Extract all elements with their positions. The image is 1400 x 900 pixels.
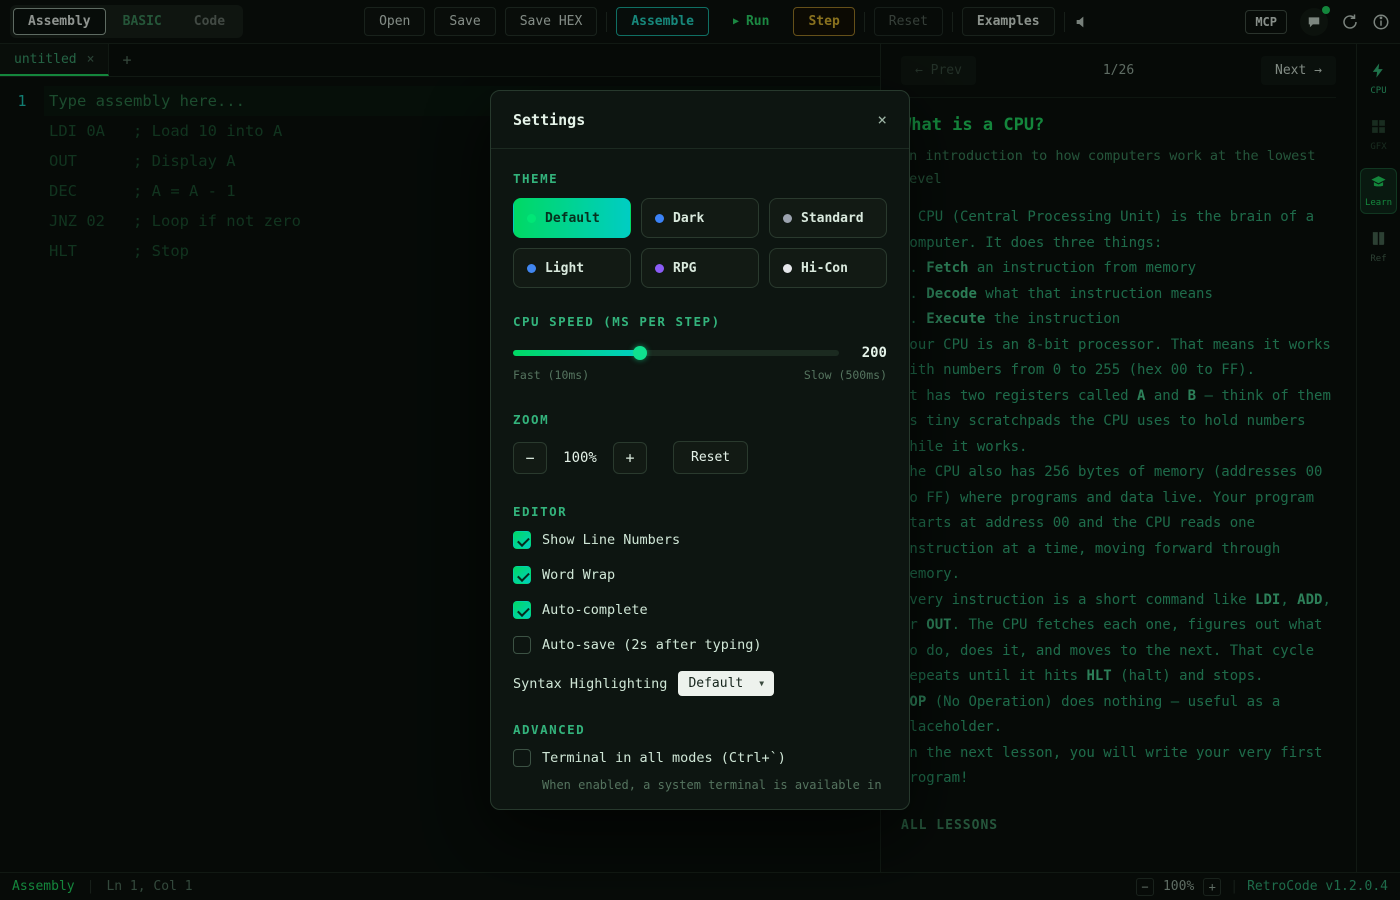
theme-options: Default Dark Standard Light RPG Hi-Con <box>513 198 887 288</box>
theme-option-label: RPG <box>673 261 696 276</box>
syntax-highlighting-row: Syntax Highlighting Default ▼ <box>513 671 887 696</box>
theme-option-label: Hi-Con <box>801 261 848 276</box>
theme-color-dot <box>527 264 536 273</box>
settings-header: Settings × <box>491 91 909 149</box>
cpu-speed-value: 200 <box>853 345 887 361</box>
setting-word-wrap[interactable]: Word Wrap <box>513 566 887 584</box>
zoom-section-label: ZOOM <box>513 412 887 427</box>
theme-option-default[interactable]: Default <box>513 198 631 238</box>
zoom-controls: − 100% + Reset <box>513 441 887 474</box>
checkbox-label: Show Line Numbers <box>542 532 680 548</box>
cpu-speed-section-label: CPU SPEED (MS PER STEP) <box>513 314 887 329</box>
settings-body: THEME Default Dark Standard Light RPG <box>491 149 909 795</box>
settings-title: Settings <box>513 111 585 129</box>
chevron-down-icon: ▼ <box>759 679 764 688</box>
speed-slider-fill <box>513 350 640 356</box>
theme-option-dark[interactable]: Dark <box>641 198 759 238</box>
checkbox[interactable] <box>513 636 531 654</box>
theme-option-label: Light <box>545 261 584 276</box>
theme-option-hicon[interactable]: Hi-Con <box>769 248 887 288</box>
checkbox-label: Auto-complete <box>542 602 648 618</box>
speed-min-label: Fast (10ms) <box>513 368 589 382</box>
zoom-value: 100% <box>557 450 603 466</box>
close-icon[interactable]: × <box>877 110 887 129</box>
checkbox-label: Terminal in all modes (Ctrl+`) <box>542 750 786 766</box>
speed-scale: Fast (10ms) Slow (500ms) <box>513 368 887 382</box>
checkbox[interactable] <box>513 601 531 619</box>
theme-option-label: Standard <box>801 211 864 226</box>
cpu-speed-slider[interactable] <box>513 350 839 356</box>
theme-option-label: Dark <box>673 211 704 226</box>
settings-dialog: Settings × THEME Default Dark Standard L… <box>490 90 910 810</box>
zoom-reset-button[interactable]: Reset <box>673 441 748 474</box>
checkbox[interactable] <box>513 749 531 767</box>
theme-option-light[interactable]: Light <box>513 248 631 288</box>
editor-section-label: EDITOR <box>513 504 887 519</box>
theme-option-rpg[interactable]: RPG <box>641 248 759 288</box>
syntax-highlighting-label: Syntax Highlighting <box>513 676 667 692</box>
speed-slider-thumb[interactable] <box>633 346 647 360</box>
theme-color-dot <box>655 264 664 273</box>
theme-option-label: Default <box>545 211 600 226</box>
theme-section-label: THEME <box>513 171 887 186</box>
theme-color-dot <box>655 214 664 223</box>
theme-color-dot <box>783 214 792 223</box>
theme-option-standard[interactable]: Standard <box>769 198 887 238</box>
setting-show-line-numbers[interactable]: Show Line Numbers <box>513 531 887 549</box>
zoom-decrease-button[interactable]: − <box>513 442 547 474</box>
theme-color-dot <box>527 214 536 223</box>
checkbox-label: Auto-save (2s after typing) <box>542 637 761 653</box>
advanced-section-label: ADVANCED <box>513 722 887 737</box>
syntax-highlighting-value: Default <box>688 676 743 691</box>
speed-max-label: Slow (500ms) <box>804 368 887 382</box>
checkbox[interactable] <box>513 566 531 584</box>
setting-terminal-all-modes[interactable]: Terminal in all modes (Ctrl+`) <box>513 749 887 767</box>
setting-auto-complete[interactable]: Auto-complete <box>513 601 887 619</box>
terminal-help-text: When enabled, a system terminal is avail… <box>542 776 887 795</box>
theme-color-dot <box>783 264 792 273</box>
zoom-increase-button[interactable]: + <box>613 442 647 474</box>
syntax-highlighting-select[interactable]: Default ▼ <box>678 671 774 696</box>
cpu-speed-row: 200 <box>513 345 887 361</box>
setting-auto-save[interactable]: Auto-save (2s after typing) <box>513 636 887 654</box>
checkbox[interactable] <box>513 531 531 549</box>
checkbox-label: Word Wrap <box>542 567 615 583</box>
